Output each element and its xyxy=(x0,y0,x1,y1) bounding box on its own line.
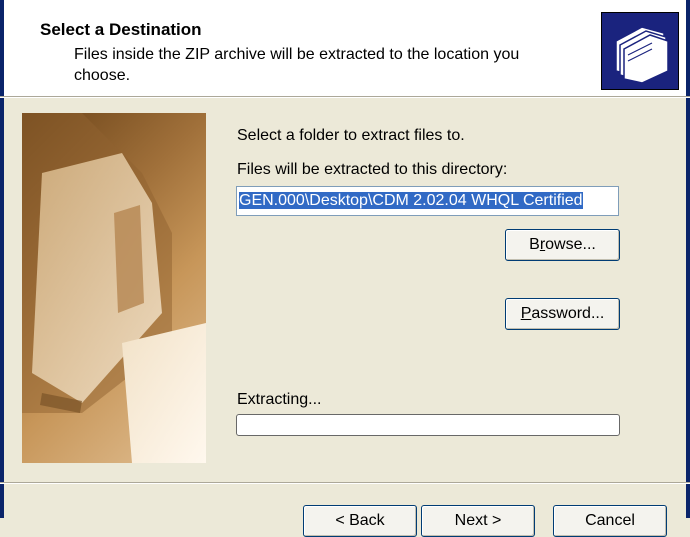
browse-label-part: B xyxy=(529,236,540,253)
next-button[interactable]: Next > xyxy=(421,505,535,537)
destination-path-input[interactable]: GEN.000\Desktop\CDM 2.02.04 WHQL Certifi… xyxy=(236,186,619,216)
extraction-progress-bar xyxy=(236,414,620,436)
destination-path-value: GEN.000\Desktop\CDM 2.02.04 WHQL Certifi… xyxy=(239,192,583,209)
back-button[interactable]: < Back xyxy=(303,505,417,537)
footer-separator-highlight xyxy=(0,483,690,484)
password-label-rest: assword... xyxy=(531,305,605,322)
cancel-button[interactable]: Cancel xyxy=(553,505,667,537)
extracting-label: Extracting... xyxy=(237,391,322,408)
folders-icon xyxy=(601,12,679,90)
directory-label: Files will be extracted to this director… xyxy=(237,161,508,178)
browse-button[interactable]: Browse... xyxy=(505,229,620,261)
password-accel-key: P xyxy=(520,305,532,322)
instruction-text: Select a folder to extract files to. xyxy=(237,127,465,144)
wizard-side-image xyxy=(22,113,206,463)
header-title: Select a Destination xyxy=(40,20,202,39)
password-button[interactable]: Password... xyxy=(505,298,620,330)
window-border-right xyxy=(686,0,690,518)
browse-label-rest: owse... xyxy=(545,236,596,253)
header-separator-highlight xyxy=(0,97,690,98)
header-subtitle: Files inside the ZIP archive will be ext… xyxy=(74,46,520,84)
wizard-header: Select a Destination Files inside the ZI… xyxy=(4,0,686,96)
